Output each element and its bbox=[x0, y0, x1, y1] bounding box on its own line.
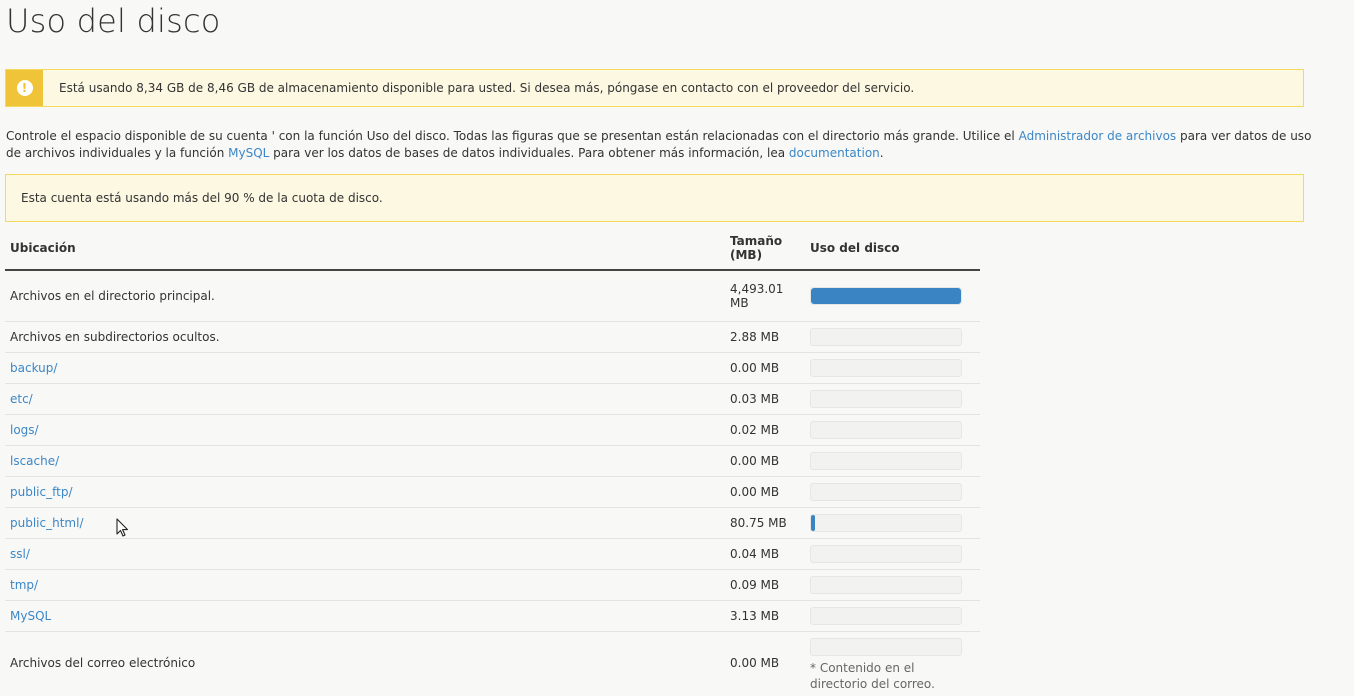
usage-bar bbox=[810, 358, 962, 377]
quota-alert-text: Está usando 8,34 GB de 8,46 GB de almace… bbox=[59, 81, 915, 95]
table-row: Archivos en el directorio principal. 4,49… bbox=[5, 270, 980, 322]
usage-bar-fill bbox=[811, 287, 961, 304]
size-cell: 3.13 MB bbox=[725, 600, 805, 632]
location-link[interactable]: ssl/ bbox=[10, 547, 30, 561]
usage-cell bbox=[805, 476, 980, 508]
usage-bar bbox=[810, 638, 962, 657]
location-cell: backup/ bbox=[5, 352, 725, 384]
usage-cell: * Contenido en el directorio del correo. bbox=[805, 631, 980, 695]
size-cell: 2.88 MB bbox=[725, 321, 805, 353]
table-row: public_ftp/0.00 MB bbox=[5, 476, 980, 508]
location-cell: lscache/ bbox=[5, 445, 725, 477]
table-header-row: Ubicación Tamaño (MB) Uso del disco bbox=[5, 226, 980, 271]
usage-cell bbox=[805, 414, 980, 446]
usage-bar bbox=[810, 575, 962, 594]
table-row: Archivos en subdirectorios ocultos. 2.88 … bbox=[5, 321, 980, 353]
usage-bar bbox=[810, 451, 962, 470]
usage-bar bbox=[810, 513, 962, 532]
intro-text-3: para ver los datos de bases de datos ind… bbox=[269, 146, 789, 160]
location-link[interactable]: MySQL bbox=[10, 609, 51, 623]
location-link[interactable]: logs/ bbox=[10, 423, 39, 437]
location-link[interactable]: tmp/ bbox=[10, 578, 38, 592]
quota-warning-alert: Esta cuenta está usando más del 90 % de … bbox=[5, 174, 1304, 222]
usage-cell bbox=[805, 383, 980, 415]
table-row: Archivos del correo electrónico 0.00 MB * … bbox=[5, 631, 980, 695]
table-row: lscache/0.00 MB bbox=[5, 445, 980, 477]
disk-usage-table: Ubicación Tamaño (MB) Uso del disco Arch… bbox=[5, 226, 980, 695]
location-link[interactable]: public_html/ bbox=[10, 516, 83, 530]
size-cell: 0.00 MB bbox=[725, 476, 805, 508]
warning-icon: ! bbox=[16, 80, 33, 96]
location-cell: etc/ bbox=[5, 383, 725, 415]
table-row: backup/0.00 MB bbox=[5, 352, 980, 384]
intro-text-1: Controle el espacio disponible de su cue… bbox=[6, 129, 1019, 143]
location-label: Archivos en el directorio principal. bbox=[10, 288, 215, 303]
size-cell: 0.04 MB bbox=[725, 538, 805, 570]
location-link[interactable]: public_ftp/ bbox=[10, 485, 72, 499]
location-cell: ssl/ bbox=[5, 538, 725, 570]
usage-bar bbox=[810, 482, 962, 501]
location-label: Archivos en subdirectorios ocultos. bbox=[10, 329, 220, 344]
header-usage[interactable]: Uso del disco bbox=[805, 226, 980, 271]
size-cell: 0.00 MB bbox=[725, 352, 805, 384]
location-cell: public_html/ bbox=[5, 507, 725, 539]
usage-cell bbox=[805, 321, 980, 353]
location-link[interactable]: backup/ bbox=[10, 361, 57, 375]
quota-warning-text: Esta cuenta está usando más del 90 % de … bbox=[21, 191, 383, 205]
usage-cell bbox=[805, 600, 980, 632]
intro-paragraph: Controle el espacio disponible de su cue… bbox=[6, 128, 1316, 162]
quota-alert: ! Está usando 8,34 GB de 8,46 GB de alma… bbox=[5, 69, 1304, 107]
size-cell: 0.03 MB bbox=[725, 383, 805, 415]
usage-cell bbox=[805, 538, 980, 570]
usage-cell bbox=[805, 569, 980, 601]
table-row: etc/0.03 MB bbox=[5, 383, 980, 415]
location-cell: Archivos en el directorio principal. bbox=[5, 270, 725, 322]
location-cell: logs/ bbox=[5, 414, 725, 446]
usage-bar bbox=[810, 544, 962, 563]
usage-bar bbox=[810, 286, 962, 305]
usage-bar-fill bbox=[811, 514, 815, 531]
table-row: ssl/0.04 MB bbox=[5, 538, 980, 570]
location-link[interactable]: etc/ bbox=[10, 392, 33, 406]
size-cell: 0.00 MB bbox=[730, 656, 780, 671]
location-cell: Archivos en subdirectorios ocultos. bbox=[5, 321, 725, 353]
size-cell: 0.09 MB bbox=[725, 569, 805, 601]
usage-cell bbox=[805, 445, 980, 477]
usage-cell bbox=[805, 507, 980, 539]
location-cell: tmp/ bbox=[5, 569, 725, 601]
usage-bar bbox=[810, 606, 962, 625]
size-cell: 4,493.01 MB bbox=[725, 270, 805, 322]
header-location[interactable]: Ubicación bbox=[5, 226, 725, 271]
table-row: tmp/0.09 MB bbox=[5, 569, 980, 601]
location-cell: MySQL bbox=[5, 600, 725, 632]
documentation-link[interactable]: documentation bbox=[789, 146, 880, 160]
usage-cell bbox=[805, 270, 980, 322]
table-row: logs/0.02 MB bbox=[5, 414, 980, 446]
warning-icon-box: ! bbox=[6, 70, 43, 106]
mysql-link[interactable]: MySQL bbox=[228, 146, 269, 160]
usage-bar bbox=[810, 327, 962, 346]
file-manager-link[interactable]: Administrador de archivos bbox=[1019, 129, 1177, 143]
size-cell: 0.00 MB bbox=[725, 445, 805, 477]
location-label: Archivos del correo electrónico bbox=[10, 656, 196, 671]
intro-text-4: . bbox=[879, 146, 884, 160]
location-link[interactable]: lscache/ bbox=[10, 454, 59, 468]
header-size[interactable]: Tamaño (MB) bbox=[725, 226, 805, 271]
location-cell: Archivos del correo electrónico bbox=[5, 631, 725, 695]
usage-bar bbox=[810, 420, 962, 439]
location-cell: public_ftp/ bbox=[5, 476, 725, 508]
usage-bar bbox=[810, 389, 962, 408]
usage-cell bbox=[805, 352, 980, 384]
size-cell: 80.75 MB bbox=[725, 507, 805, 539]
mail-note: * Contenido en el directorio del correo. bbox=[810, 661, 935, 692]
mouse-cursor-icon bbox=[116, 518, 130, 541]
table-row: public_html/80.75 MB bbox=[5, 507, 980, 539]
page-title: Uso del disco bbox=[6, 2, 221, 40]
table-row: MySQL 3.13 MB bbox=[5, 600, 980, 632]
size-cell: 0.02 MB bbox=[725, 414, 805, 446]
